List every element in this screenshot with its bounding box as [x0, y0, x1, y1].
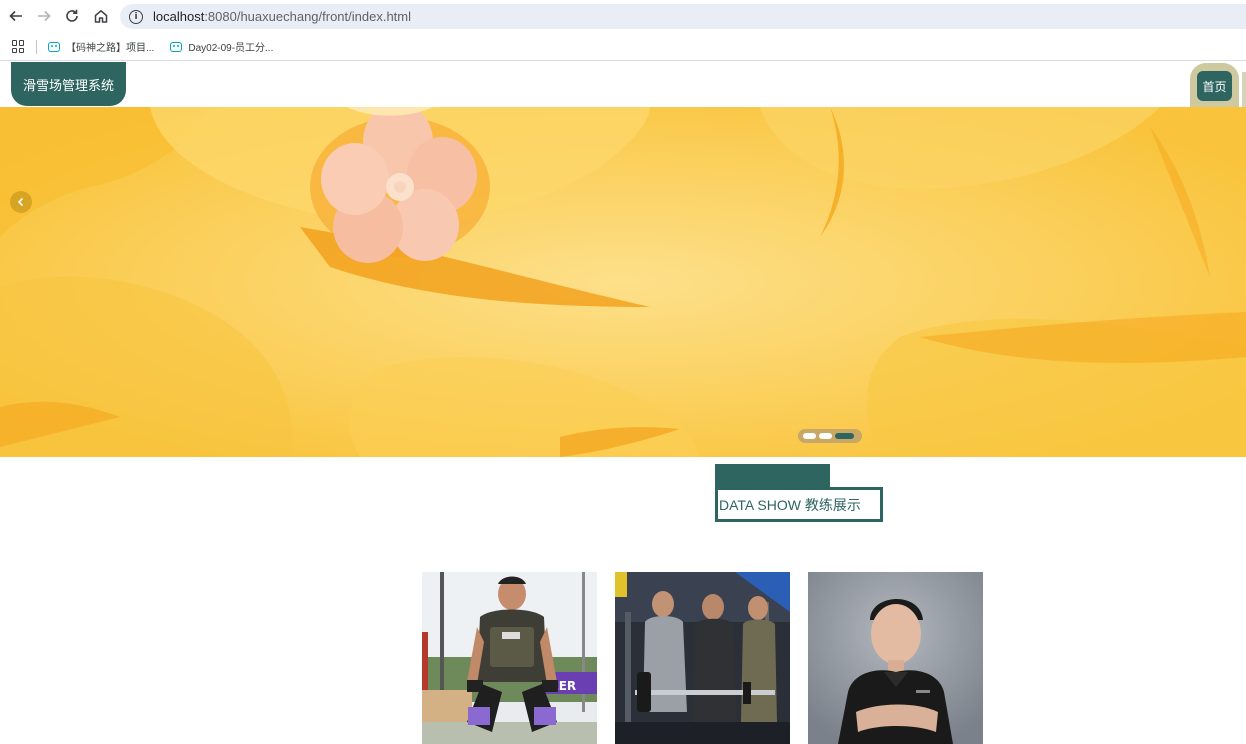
page-viewport: 滑雪场管理系统 首页 DATA SHOW 教练展示 ZER: [0, 62, 1246, 744]
bookmark-label: Day02-09-员工分...: [188, 43, 274, 54]
coach-photo-weightlifting: ZER: [422, 572, 597, 744]
home-icon[interactable]: [91, 6, 111, 26]
reload-icon[interactable]: [62, 6, 82, 26]
carousel-dot-active[interactable]: [835, 433, 854, 439]
nav-home-tab: 首页: [1190, 63, 1239, 107]
apps-grid-icon[interactable]: [12, 40, 25, 53]
bookmark-label: 【码神之路】项目...: [66, 43, 155, 54]
nav-home-label: 首页: [1202, 79, 1227, 94]
bilibili-icon: [170, 41, 183, 52]
coach-card[interactable]: ZER: [422, 572, 597, 744]
banner-carousel[interactable]: [0, 107, 1246, 457]
section-title-text: DATA SHOW 教练展示: [719, 496, 861, 513]
address-bar[interactable]: i localhost:8080/huaxuechang/front/index…: [120, 4, 1246, 29]
forward-icon[interactable]: [34, 6, 54, 26]
carousel-dot[interactable]: [803, 433, 816, 439]
carousel-indicators: [798, 429, 862, 443]
back-icon[interactable]: [6, 6, 26, 26]
section-title: DATA SHOW 教练展示: [715, 487, 883, 522]
scrollbar-track[interactable]: [1242, 72, 1246, 107]
site-logo[interactable]: 滑雪场管理系统: [11, 62, 126, 106]
bookmark-item[interactable]: 【码神之路】项目...: [48, 39, 154, 54]
coach-card[interactable]: [615, 572, 790, 744]
coach-photo-portrait: [808, 572, 983, 744]
section-title-tab: [715, 464, 830, 488]
url-path: :8080/huaxuechang/front/index.html: [204, 9, 412, 24]
url-host: localhost: [153, 9, 205, 24]
site-logo-text: 滑雪场管理系统: [22, 77, 114, 93]
bookmark-item[interactable]: Day02-09-员工分...: [170, 39, 273, 54]
banner-image: [0, 107, 1246, 457]
bookmarks-separator: [36, 39, 37, 54]
chevron-left-icon: [17, 197, 24, 207]
coach-photo-gym-training: [615, 572, 790, 744]
bilibili-icon: [48, 41, 60, 52]
carousel-prev-button[interactable]: [10, 191, 32, 213]
coach-card[interactable]: [808, 572, 983, 744]
carousel-dot[interactable]: [819, 433, 832, 439]
nav-home-button[interactable]: 首页: [1197, 71, 1232, 101]
browser-toolbar: i localhost:8080/huaxuechang/front/index…: [0, 0, 1246, 33]
url-text[interactable]: localhost:8080/huaxuechang/front/index.h…: [153, 9, 411, 24]
site-header: 滑雪场管理系统 首页: [0, 62, 1246, 107]
bookmarks-bar: 【码神之路】项目... Day02-09-员工分...: [0, 33, 1246, 61]
site-info-icon[interactable]: i: [129, 9, 143, 24]
